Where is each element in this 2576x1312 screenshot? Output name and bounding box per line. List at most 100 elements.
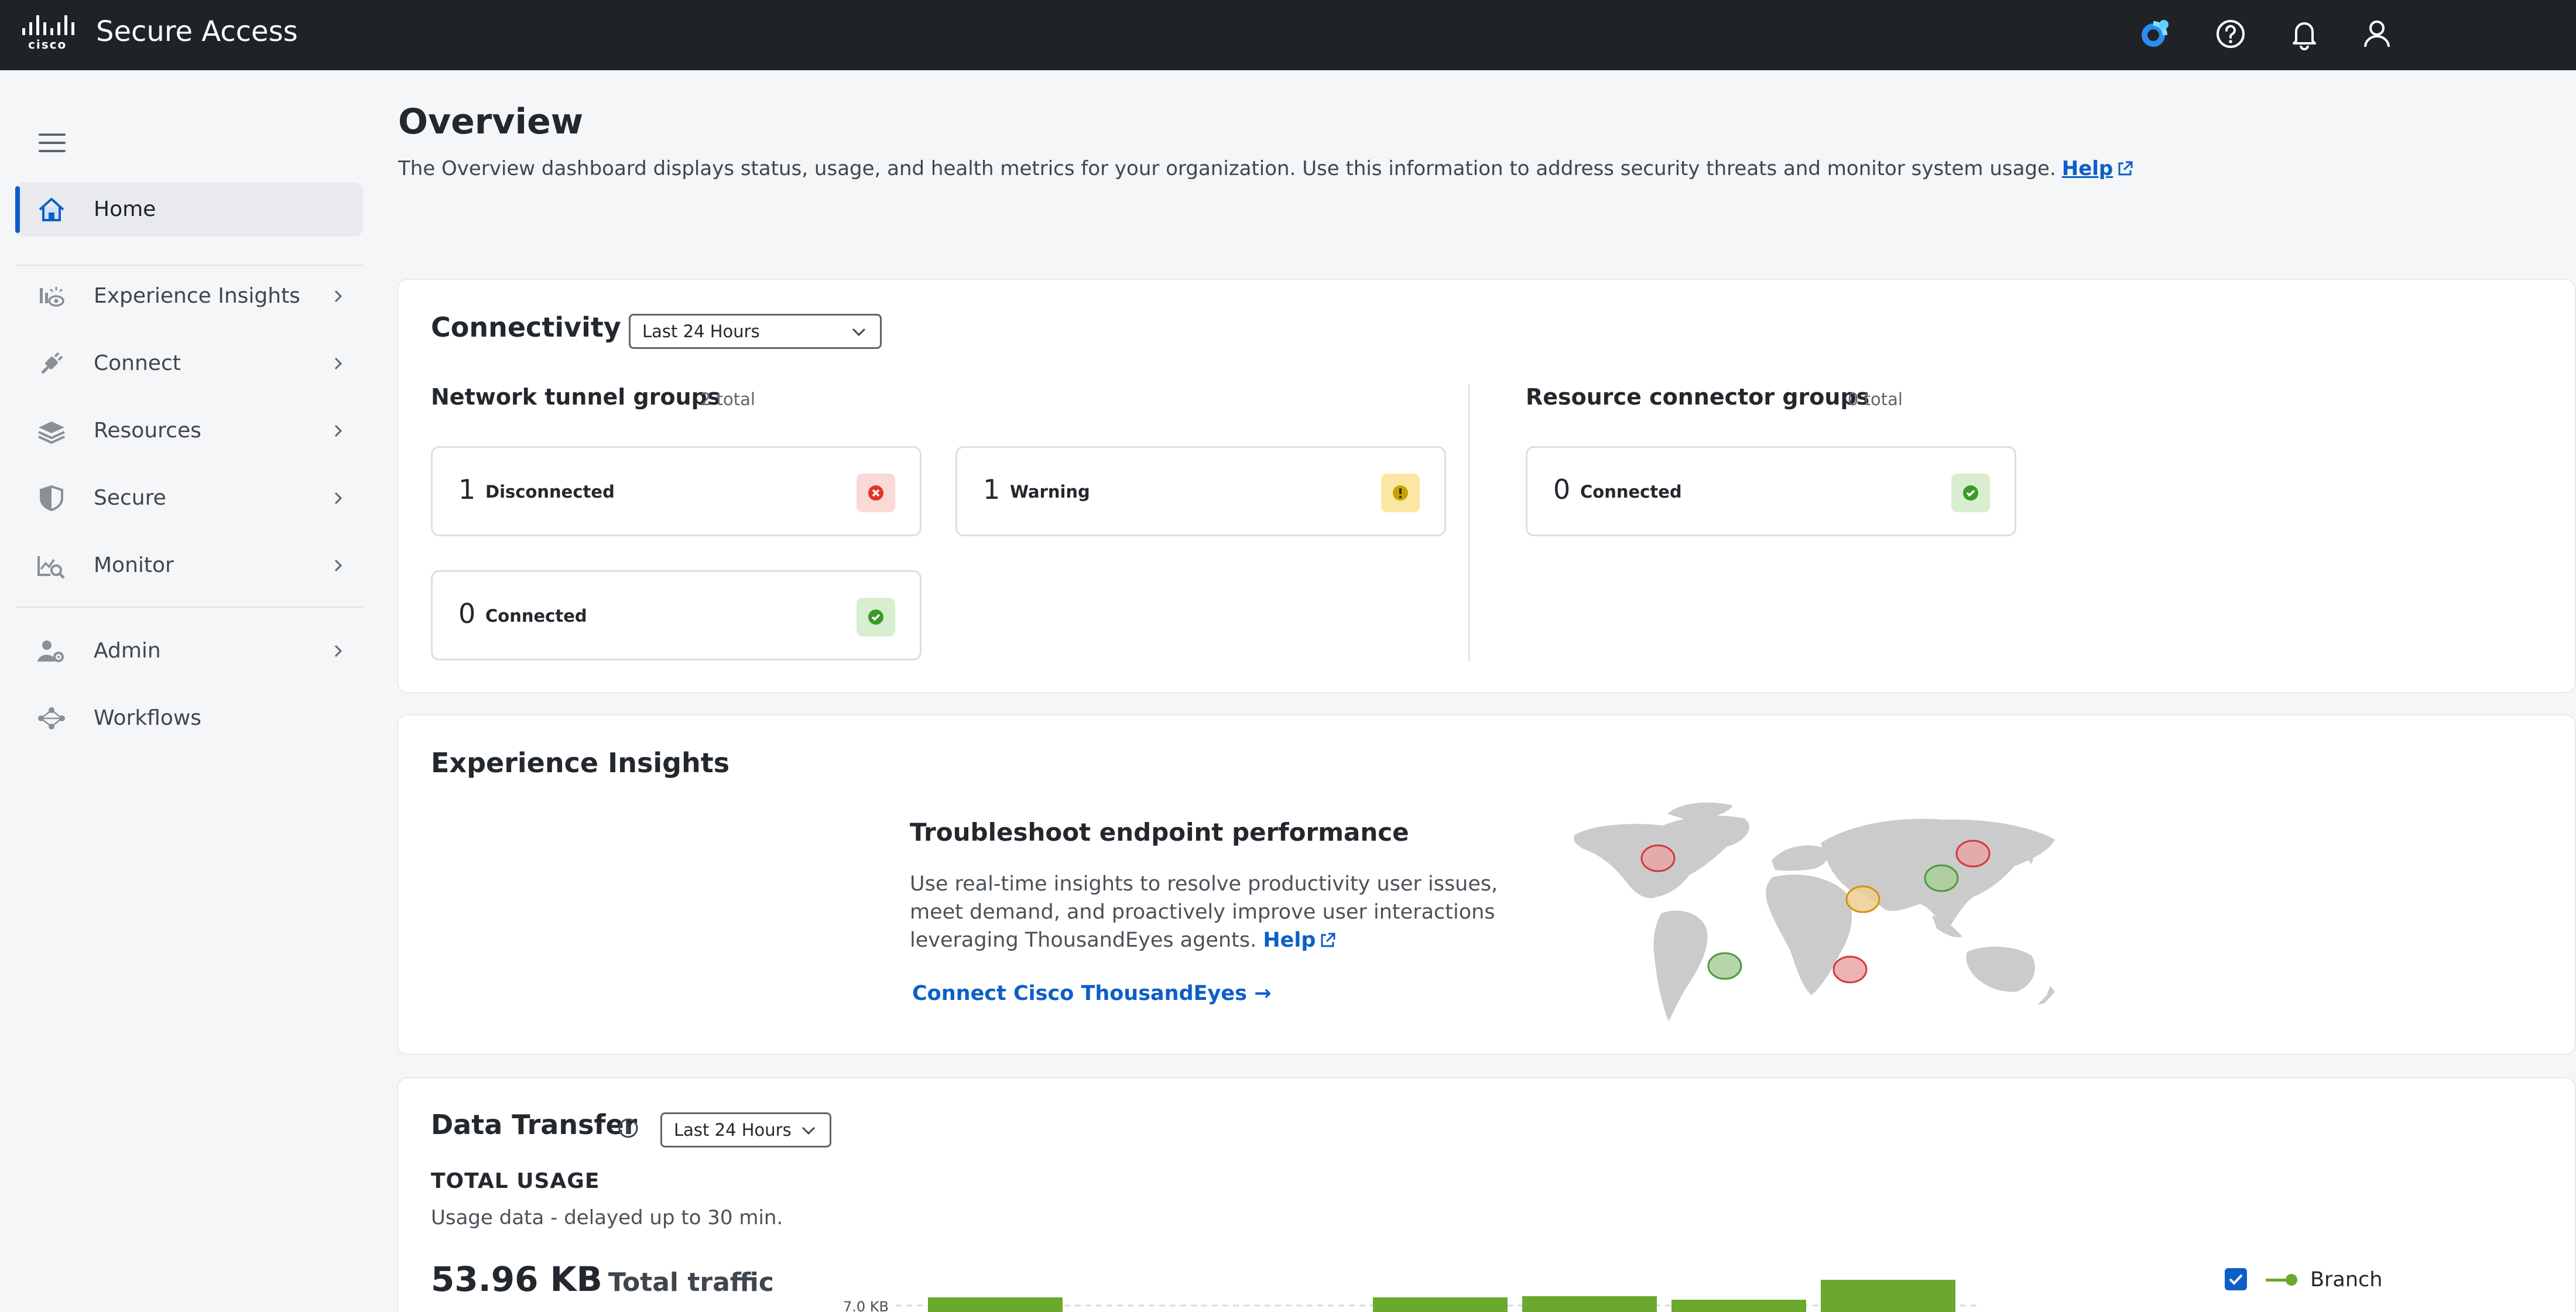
experience-insights-icon [36, 282, 67, 310]
success-status-icon [857, 598, 895, 636]
stat-label: Disconnected [485, 482, 615, 502]
chevron-right-icon [334, 492, 342, 505]
resource-connector-groups-count: 0 total [1848, 389, 1903, 409]
network-tunnel-groups-title: Network tunnel groups [431, 384, 721, 410]
connect-thousandeyes-link[interactable]: Connect Cisco ThousandEyes → [912, 980, 1271, 1007]
sidebar-item-label: Connect [94, 351, 181, 375]
stat-value: 0 [458, 598, 476, 629]
chevron-right-icon [334, 424, 342, 437]
sidebar-item-label: Workflows [94, 706, 202, 730]
sidebar-item-label: Secure [94, 486, 166, 510]
chart-bar [1373, 1297, 1508, 1312]
checkmark-icon [2229, 1274, 2243, 1285]
sidebar-item-label: Home [94, 197, 156, 221]
stat-label: Connected [485, 606, 587, 626]
stat-label: Warning [1010, 482, 1090, 502]
sidebar-item-monitor[interactable]: Monitor [15, 539, 363, 592]
sidebar-item-label: Resources [94, 419, 201, 443]
page-title: Overview [398, 101, 584, 142]
sidebar-item-admin[interactable]: Admin [15, 624, 363, 678]
legend-dot-marker [2286, 1274, 2297, 1286]
admin-icon [36, 637, 67, 665]
external-link-icon[interactable] [2116, 160, 2134, 177]
sidebar-item-workflows[interactable]: Workflows [15, 691, 363, 745]
section-divider [1468, 384, 1470, 662]
monitor-icon [36, 551, 67, 580]
usage-bar-chart [896, 1280, 1979, 1312]
data-transfer-range-select[interactable]: Last 24 Hours [660, 1112, 831, 1147]
error-status-icon [857, 474, 895, 512]
sidebar-item-label: Admin [94, 639, 161, 663]
external-link-icon[interactable] [1319, 931, 1337, 949]
sidebar-item-home[interactable]: Home [15, 183, 363, 237]
help-link[interactable]: Help [2062, 157, 2113, 180]
connectivity-range-select[interactable]: Last 24 Hours [629, 314, 882, 349]
shield-icon [36, 484, 67, 512]
connectivity-title: Connectivity [431, 311, 621, 343]
bell-icon[interactable] [2286, 15, 2323, 53]
chart-bar [1821, 1280, 1955, 1312]
stat-value: 0 [1553, 474, 1571, 505]
sidebar-item-connect[interactable]: Connect [15, 337, 363, 390]
network-tunnel-groups-count: 2 total [700, 389, 755, 409]
cisco-logo-text: cisco [28, 37, 67, 52]
sidebar: Home Experience Insights Connect Resourc… [0, 70, 375, 1312]
warning-status-icon [1381, 474, 1420, 512]
page-description-text: The Overview dashboard displays status, … [398, 157, 2056, 180]
home-icon [36, 196, 67, 224]
total-traffic-label: Total traffic [608, 1268, 774, 1297]
tunnel-connected-stat[interactable]: 0 Connected [431, 570, 922, 660]
data-transfer-range-value: Last 24 Hours [674, 1120, 792, 1140]
tunnel-disconnected-stat[interactable]: 1 Disconnected [431, 446, 922, 536]
troubleshoot-text: Use real-time insights to resolve produc… [910, 872, 1498, 952]
chart-bar [1671, 1300, 1806, 1312]
top-bar: cisco Secure Access [0, 0, 2576, 70]
cisco-logo-bars-icon [21, 15, 75, 35]
stat-label: Connected [1580, 482, 1682, 502]
workflows-icon [36, 704, 67, 732]
connectivity-card: Connectivity Last 24 Hours Network tunne… [397, 279, 2576, 693]
ai-assistant-icon[interactable] [2136, 15, 2173, 53]
user-icon[interactable] [2358, 15, 2396, 53]
chevron-right-icon [334, 357, 342, 370]
resource-connector-groups-title: Resource connector groups [1526, 384, 1870, 410]
troubleshoot-heading: Troubleshoot endpoint performance [910, 818, 1409, 847]
total-usage-heading: TOTAL USAGE [431, 1169, 600, 1193]
help-icon[interactable] [2212, 15, 2249, 53]
legend-label: Branch [2310, 1268, 2383, 1292]
chart-bar [928, 1297, 1063, 1312]
chevron-right-icon [334, 645, 342, 657]
hamburger-menu-icon[interactable] [39, 131, 67, 155]
troubleshoot-description: Use real-time insights to resolve produc… [910, 870, 1519, 954]
success-status-icon [1951, 474, 1990, 512]
app-title: Secure Access [96, 15, 298, 48]
connector-connected-stat[interactable]: 0 Connected [1526, 446, 2016, 536]
plug-icon [36, 350, 67, 378]
info-icon[interactable] [617, 1117, 639, 1139]
stack-icon [36, 417, 67, 445]
cisco-logo[interactable]: cisco [21, 15, 75, 52]
connectivity-range-value: Last 24 Hours [642, 321, 760, 341]
world-map-illustration [1574, 802, 2055, 1021]
y-axis-tick-label: 7.0 KB [843, 1299, 889, 1312]
sidebar-item-resources[interactable]: Resources [15, 404, 363, 458]
chevron-right-icon [334, 559, 342, 572]
page-description: The Overview dashboard displays status, … [398, 156, 2134, 181]
branch-series-checkbox[interactable] [2225, 1268, 2247, 1290]
sidebar-item-secure[interactable]: Secure [15, 471, 363, 525]
chevron-right-icon [334, 290, 342, 303]
chevron-down-icon [852, 328, 866, 337]
chart-bar [1522, 1296, 1657, 1312]
data-transfer-title: Data Transfer [431, 1109, 638, 1140]
total-traffic: 53.96 KB Total traffic [431, 1259, 774, 1303]
stat-value: 1 [458, 474, 476, 505]
usage-delay-note: Usage data - delayed up to 30 min. [431, 1206, 783, 1229]
total-traffic-value: 53.96 KB [431, 1259, 602, 1299]
sidebar-item-label: Experience Insights [94, 284, 300, 308]
sidebar-item-label: Monitor [94, 553, 174, 577]
sidebar-item-experience-insights[interactable]: Experience Insights [15, 269, 363, 323]
tunnel-warning-stat[interactable]: 1 Warning [955, 446, 1446, 536]
experience-insights-title: Experience Insights [431, 747, 730, 779]
stat-value: 1 [983, 474, 1001, 505]
help-link[interactable]: Help [1263, 929, 1316, 952]
